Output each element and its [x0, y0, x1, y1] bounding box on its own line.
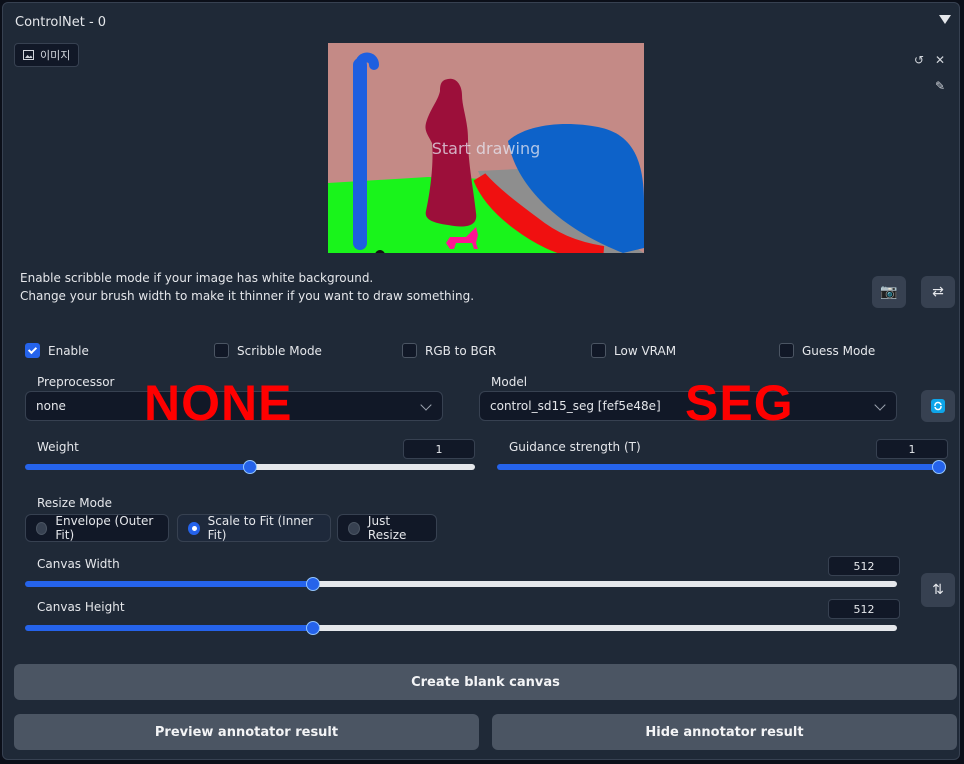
preprocessor-label: Preprocessor — [37, 375, 115, 389]
image-tab[interactable]: 이미지 — [14, 43, 80, 67]
panel-title: ControlNet - 0 — [15, 15, 107, 30]
refresh-icon — [931, 399, 945, 413]
canvas-height-thumb[interactable] — [305, 621, 320, 635]
guidance-slider[interactable] — [497, 460, 946, 474]
scribble-mode-checkbox[interactable]: Scribble Mode — [214, 343, 322, 358]
canvas-width-input[interactable]: 512 — [828, 556, 900, 576]
resize-mode-label: Resize Mode — [37, 496, 112, 510]
vram-check-box[interactable] — [591, 343, 606, 358]
overlay-none-text: NONE — [144, 375, 293, 431]
image-icon — [23, 50, 34, 60]
guidance-slider-thumb[interactable] — [932, 460, 946, 474]
rgb-label: RGB to BGR — [425, 343, 497, 358]
low-vram-checkbox[interactable]: Low VRAM — [591, 343, 676, 358]
canvas-hint: Start drawing — [431, 139, 541, 158]
radio-dot-selected[interactable] — [188, 521, 200, 535]
rgb-to-bgr-checkbox[interactable]: RGB to BGR — [402, 343, 496, 358]
resize-scale-label: Scale to Fit (Inner Fit) — [207, 514, 314, 542]
scribble-label: Scribble Mode — [237, 343, 322, 358]
weight-label: Weight — [37, 440, 79, 454]
guess-mode-checkbox[interactable]: Guess Mode — [779, 343, 875, 358]
guidance-label: Guidance strength (T) — [509, 440, 641, 454]
canvas-height-slider[interactable] — [25, 621, 897, 635]
model-value: control_sd15_seg [fef5e48e] — [490, 399, 661, 413]
chevron-down-icon — [874, 399, 886, 411]
rgb-check-box[interactable] — [402, 343, 417, 358]
create-blank-canvas-button[interactable]: Create blank canvas — [14, 664, 957, 700]
enable-check-box[interactable] — [25, 343, 40, 358]
collapse-triangle-icon[interactable] — [939, 15, 951, 24]
guidance-number-input[interactable]: 1 — [876, 439, 948, 459]
enable-label: Enable — [48, 343, 89, 358]
canvas-width-slider[interactable] — [25, 577, 897, 591]
radio-dot[interactable] — [36, 521, 48, 535]
brush-icon[interactable]: ✎ — [931, 77, 949, 95]
undo-icon[interactable]: ↺ — [910, 51, 928, 69]
swap-vertical-icon: ⇅ — [932, 582, 944, 598]
info-line-1: Enable scribble mode if your image has w… — [20, 271, 374, 285]
guess-label: Guess Mode — [802, 343, 876, 358]
swap-button[interactable]: ⇄ — [921, 276, 955, 308]
canvas-width-label: Canvas Width — [37, 557, 120, 571]
image-tab-label: 이미지 — [40, 49, 71, 62]
weight-slider[interactable] — [25, 460, 475, 474]
swap-arrows-icon: ⇄ — [932, 284, 944, 300]
preprocessor-value: none — [36, 399, 66, 413]
controlnet-panel: ControlNet - 0 이미지 Start drawing ↺ ✕ ✎ E… — [2, 2, 960, 760]
weight-slider-thumb[interactable] — [243, 460, 257, 474]
scribble-check-box[interactable] — [214, 343, 229, 358]
swap-dimensions-button[interactable]: ⇅ — [921, 573, 955, 607]
refresh-models-button[interactable] — [921, 390, 955, 422]
resize-envelope-option[interactable]: Envelope (Outer Fit) — [25, 514, 169, 542]
scribble-info: Enable scribble mode if your image has w… — [20, 269, 474, 305]
enable-checkbox[interactable]: Enable — [25, 343, 89, 358]
canvas-height-label: Canvas Height — [37, 600, 125, 614]
vram-label: Low VRAM — [614, 343, 677, 358]
chevron-down-icon — [420, 399, 432, 411]
info-line-2: Change your brush width to make it thinn… — [20, 289, 475, 303]
close-icon[interactable]: ✕ — [931, 51, 949, 69]
guess-check-box[interactable] — [779, 343, 794, 358]
camera-icon: 📷 — [880, 284, 898, 300]
hide-annotator-button[interactable]: Hide annotator result — [492, 714, 957, 750]
resize-envelope-label: Envelope (Outer Fit) — [55, 514, 154, 542]
overlay-seg-text: SEG — [685, 375, 794, 431]
canvas-width-thumb[interactable] — [305, 577, 320, 591]
weight-number-input[interactable]: 1 — [403, 439, 475, 459]
resize-scale-option[interactable]: Scale to Fit (Inner Fit) — [177, 514, 331, 542]
drawing-canvas[interactable]: Start drawing — [328, 43, 644, 253]
radio-dot[interactable] — [348, 521, 360, 535]
canvas-height-input[interactable]: 512 — [828, 599, 900, 619]
camera-button[interactable]: 📷 — [872, 276, 906, 308]
resize-just-option[interactable]: Just Resize — [337, 514, 437, 542]
preview-annotator-button[interactable]: Preview annotator result — [14, 714, 479, 750]
model-label: Model — [491, 375, 528, 389]
resize-just-label: Just Resize — [367, 514, 407, 542]
